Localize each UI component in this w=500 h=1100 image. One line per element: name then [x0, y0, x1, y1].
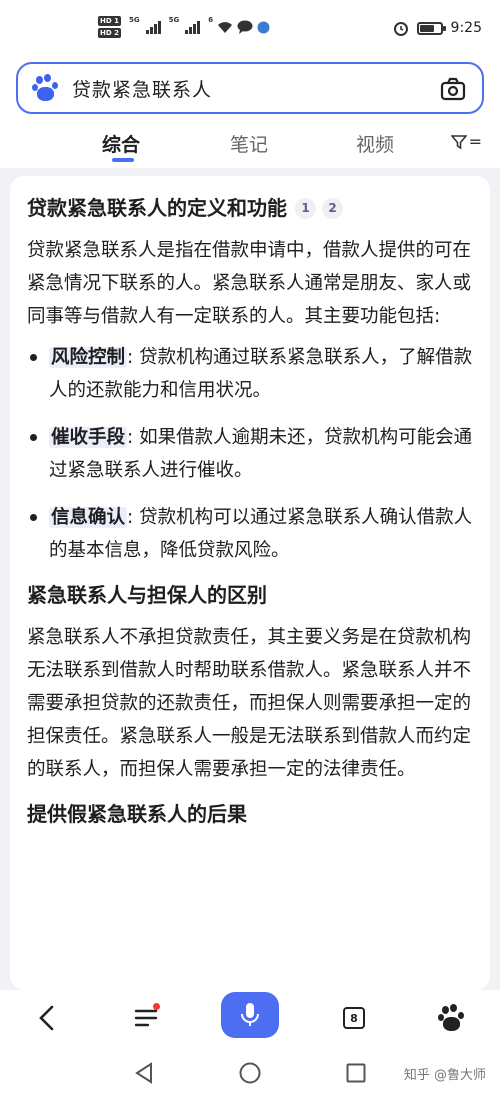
watermark: 知乎 @鲁大师: [403, 1068, 486, 1083]
term-risk-control[interactable]: 风险控制: [49, 347, 128, 368]
voice-search-button[interactable]: [221, 992, 279, 1038]
function-list: 风险控制: 贷款机构通过联系紧急联系人，了解借款人的还款能力和信用状况。 催收手…: [27, 341, 474, 567]
filter-label: =: [468, 132, 482, 151]
tab-notes[interactable]: 笔记: [230, 130, 268, 157]
chevron-left-icon: [39, 1005, 54, 1031]
app-dot-icon: [257, 21, 270, 33]
nav-recents-icon[interactable]: [346, 1063, 366, 1083]
list-item: 信息确认: 贷款机构可以通过紧急联系人确认借款人的基本信息，降低贷款风险。: [27, 501, 474, 567]
microphone-icon: [241, 1003, 259, 1026]
section-heading: 提供假紧急联系人的后果: [27, 800, 474, 828]
section-title: 紧急联系人与担保人的区别: [27, 583, 267, 607]
citation-badge[interactable]: 2: [322, 197, 343, 219]
active-tab-indicator: [112, 158, 134, 162]
term-info-confirm[interactable]: 信息确认: [49, 507, 128, 528]
section-heading: 贷款紧急联系人的定义和功能 1 2: [27, 194, 474, 222]
baidu-paw-icon: [32, 74, 60, 102]
wifi-tag: 6: [208, 16, 214, 24]
bottom-toolbar: 8: [0, 990, 500, 1046]
menu-button[interactable]: [126, 998, 166, 1038]
term-collection[interactable]: 催收手段: [49, 427, 128, 448]
clock: 9:25: [450, 20, 482, 36]
intro-paragraph: 贷款紧急联系人是指在借款申请中，借款人提供的可在紧急情况下联系的人。紧急联系人通…: [27, 240, 472, 327]
tab-count: 8: [343, 1007, 365, 1029]
section-heading: 紧急联系人与担保人的区别: [27, 581, 474, 609]
alarm-icon: [393, 22, 408, 36]
hd1-badge: HD 1: [98, 16, 121, 26]
section-title: 贷款紧急联系人的定义和功能: [27, 196, 287, 220]
result-tabs: 综合 笔记 视频 =: [0, 118, 500, 168]
section-title: 提供假紧急联系人的后果: [27, 802, 247, 826]
list-item: 催收手段: 如果借款人逾期未还，贷款机构可能会通过紧急联系人进行催收。: [27, 421, 474, 487]
notification-dot: [153, 1003, 160, 1010]
body-paragraph: 紧急联系人不承担贷款责任，其主要义务是在贷款机构无法联系到借款人时帮助联系借款人…: [27, 627, 472, 780]
status-bar: HD 1 HD 2 5G 5G 6 9:25: [0, 0, 500, 62]
signal-1-icon: [145, 20, 161, 34]
signal-2-icon: [185, 20, 201, 34]
citation-badge[interactable]: 1: [295, 197, 316, 219]
system-nav-bar: 知乎 @鲁大师: [0, 1046, 500, 1100]
answer-card: 贷款紧急联系人的定义和功能 1 2 贷款紧急联系人是指在借款申请中，借款人提供的…: [10, 176, 490, 990]
search-area: 贷款紧急联系人: [0, 62, 500, 118]
menu-icon: [134, 1009, 158, 1027]
network-type-1: 5G: [128, 16, 140, 24]
list-item: 风险控制: 贷款机构通过联系紧急联系人，了解借款人的还款能力和信用状况。: [27, 341, 474, 407]
filter-icon: [450, 134, 467, 149]
search-query: 贷款紧急联系人: [72, 78, 213, 101]
nav-back-icon[interactable]: [134, 1062, 154, 1084]
back-button[interactable]: [26, 998, 66, 1038]
battery-icon: [416, 21, 446, 35]
wifi-icon: [218, 21, 233, 33]
camera-icon[interactable]: [440, 76, 466, 102]
baidu-home-button[interactable]: [432, 998, 472, 1038]
baidu-paw-icon: [438, 1004, 466, 1032]
filter-button[interactable]: =: [450, 132, 482, 151]
tab-comprehensive[interactable]: 综合: [102, 130, 140, 157]
search-input[interactable]: 贷款紧急联系人: [16, 62, 484, 114]
tab-videos[interactable]: 视频: [356, 130, 394, 157]
chat-icon: [237, 20, 253, 34]
network-type-2: 5G: [168, 16, 180, 24]
system-indicators: 9:25: [393, 20, 482, 36]
tabs-button[interactable]: 8: [334, 998, 374, 1038]
hd2-badge: HD 2: [98, 28, 121, 38]
nav-home-icon[interactable]: [239, 1062, 261, 1084]
network-indicators: HD 1 HD 2 5G 5G 6: [98, 16, 270, 38]
